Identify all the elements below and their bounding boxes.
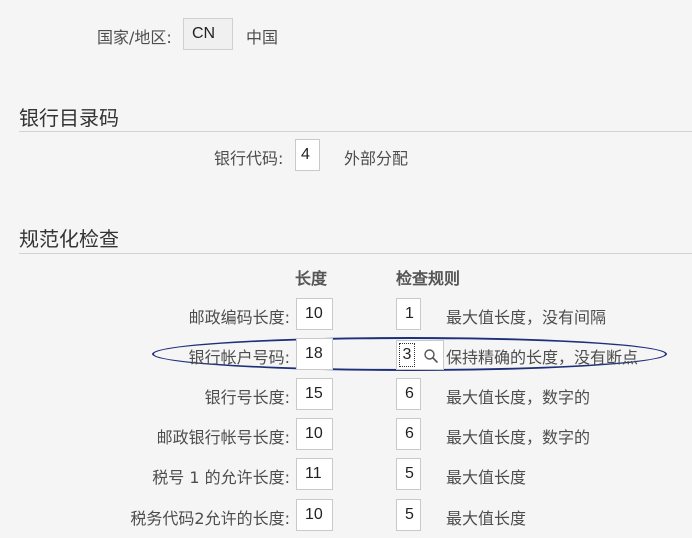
rule-field-bank-account-number[interactable]: 3 [396, 340, 444, 370]
length-field-tax-code-2[interactable]: 10 [296, 499, 333, 531]
bank-code-field[interactable]: 4 [295, 139, 320, 171]
checks-title: 规范化检查 [19, 227, 119, 251]
rule-value-bank-account-number: 3 [399, 343, 415, 367]
rule-desc-postal-code: 最大值长度，没有间隔 [446, 308, 607, 327]
rule-field-bank-number[interactable]: 6 [396, 378, 421, 410]
rule-field-postal-code[interactable]: 1 [396, 298, 421, 330]
rule-field-tax-code-2[interactable]: 5 [396, 499, 421, 531]
section-divider [19, 253, 692, 254]
length-field-tax-number-1[interactable]: 11 [296, 458, 333, 490]
rule-desc-postal-bank-account: 最大值长度，数字的 [446, 428, 591, 447]
country-name: 中国 [246, 28, 279, 47]
country-label: 国家/地区: [97, 28, 172, 47]
column-header-length: 长度 [295, 269, 328, 288]
rule-desc-bank-account-number: 保持精确的长度，没有断点 [446, 348, 639, 367]
country-code-field[interactable]: CN [183, 18, 233, 50]
length-field-bank-number[interactable]: 15 [296, 378, 333, 410]
row-label-bank-number-length: 银行号长度: [204, 388, 290, 407]
column-header-rule: 检查规则 [396, 269, 461, 288]
row-label-postal-bank-account-length: 邮政银行帐号长度: [156, 428, 290, 447]
rule-desc-tax-number-1: 最大值长度 [446, 468, 527, 487]
bank-code-label: 银行代码: [214, 149, 284, 168]
bank-code-desc: 外部分配 [344, 149, 409, 168]
rule-desc-bank-number: 最大值长度，数字的 [446, 388, 591, 407]
length-field-postal-code[interactable]: 10 [296, 298, 333, 330]
search-icon[interactable] [423, 348, 439, 364]
row-label-tax-code-2-length: 税务代码2允许的长度: [130, 509, 290, 528]
rule-field-tax-number-1[interactable]: 5 [396, 458, 421, 490]
section-divider [19, 131, 692, 132]
length-field-postal-bank-account[interactable]: 10 [296, 418, 333, 450]
row-label-bank-account-number: 银行帐户号码: [188, 348, 290, 367]
rule-field-postal-bank-account[interactable]: 6 [396, 418, 421, 450]
length-field-bank-account-number[interactable]: 18 [296, 338, 333, 370]
rule-desc-tax-code-2: 最大值长度 [446, 509, 527, 528]
row-label-postal-code-length: 邮政编码长度: [188, 308, 290, 327]
row-label-tax-number-1-length: 税号 1 的允许长度: [152, 468, 290, 487]
bank-directory-title: 银行目录码 [19, 106, 119, 130]
